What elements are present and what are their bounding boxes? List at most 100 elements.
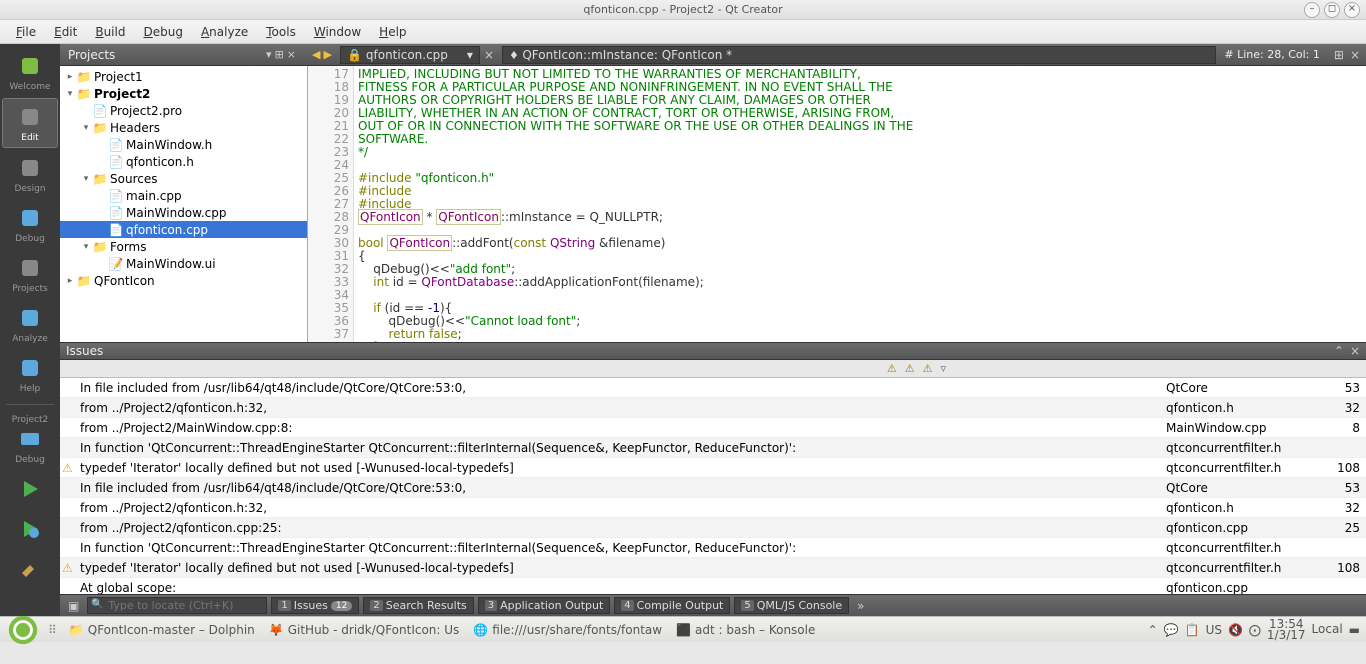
close-editor-icon[interactable]: × xyxy=(1350,48,1360,62)
build-button[interactable] xyxy=(2,551,58,589)
taskbar-task[interactable]: 🌐file:///usr/share/fonts/fontaw xyxy=(469,621,666,639)
window-title: qfonticon.cpp - Project2 - Qt Creator xyxy=(583,3,782,16)
menu-window[interactable]: Window xyxy=(306,23,369,41)
expand-tray-icon[interactable]: ⌃ xyxy=(1148,623,1158,637)
tree-item[interactable]: ▾📁Forms xyxy=(60,238,307,255)
mode-debug[interactable]: Debug xyxy=(2,200,58,248)
issue-row[interactable]: typedef 'Iterator' locally defined but n… xyxy=(60,558,1366,578)
output-tab-qml/js-console[interactable]: 5QML/JS Console xyxy=(734,597,849,614)
timezone-label: Local xyxy=(1312,624,1343,635)
minimize-button[interactable]: – xyxy=(1304,2,1320,18)
issue-row[interactable]: from ../Project2/MainWindow.cpp:8:MainWi… xyxy=(60,418,1366,438)
close-button[interactable]: × xyxy=(1344,2,1360,18)
chat-tray-icon[interactable]: 💬 xyxy=(1164,623,1179,637)
issues-toolbar: ⚠ ⚠ ⚠ ▿ xyxy=(60,360,1366,378)
tree-item[interactable]: 📄qfonticon.cpp xyxy=(60,221,307,238)
more-icon[interactable]: » xyxy=(857,599,864,613)
mode-edit[interactable]: Edit xyxy=(2,98,58,148)
show-desktop-icon[interactable]: ▬ xyxy=(1349,623,1360,637)
tree-item[interactable]: 📄main.cpp xyxy=(60,187,307,204)
editor-toolbar: Projects ▾⊞× ◀▶ 🔒qfonticon.cpp▾ × ♦ QFon… xyxy=(60,44,1366,66)
lock-icon: 🔒 xyxy=(347,48,362,62)
menu-analyze[interactable]: Analyze xyxy=(193,23,256,41)
output-tab-search-results[interactable]: 2Search Results xyxy=(363,597,473,614)
issue-row[interactable]: In function 'QtConcurrent::ThreadEngineS… xyxy=(60,438,1366,458)
mode-projects[interactable]: Projects xyxy=(2,250,58,298)
fwd-icon[interactable]: ▶ xyxy=(323,48,331,61)
tree-item[interactable]: ▾📁Project2 xyxy=(60,85,307,102)
tree-item[interactable]: 📄qfonticon.h xyxy=(60,153,307,170)
issue-row[interactable]: from ../Project2/qfonticon.h:32,qfontico… xyxy=(60,398,1366,418)
clipboard-tray-icon[interactable]: 📋 xyxy=(1185,623,1200,637)
issue-row[interactable]: In function 'QtConcurrent::ThreadEngineS… xyxy=(60,538,1366,558)
taskbar-task[interactable]: 📁QFontIcon-master – Dolphin xyxy=(65,621,259,639)
issues-title: Issues xyxy=(66,344,103,358)
projects-tree[interactable]: ▸📁Project1▾📁Project2📄Project2.pro▾📁Heade… xyxy=(60,66,308,342)
issue-row[interactable]: At global scope:qfonticon.cpp xyxy=(60,578,1366,594)
close-issues-icon[interactable]: × xyxy=(1350,344,1360,358)
mode-help[interactable]: Help xyxy=(2,350,58,398)
taskbar-task[interactable]: 🦊GitHub - dridk/QFontIcon: Us xyxy=(265,621,464,639)
menu-tools[interactable]: Tools xyxy=(258,23,304,41)
volume-icon[interactable]: 🔇 xyxy=(1228,623,1243,637)
locator-input[interactable] xyxy=(87,597,267,614)
code-editor[interactable]: 1718192021222324252627282930313233343536… xyxy=(308,66,1366,342)
collapse-icon[interactable]: ⌃ xyxy=(1334,344,1344,358)
kit-selector[interactable]: Project2Debug xyxy=(2,411,58,469)
issue-row[interactable]: from ../Project2/qfonticon.cpp:25:qfonti… xyxy=(60,518,1366,538)
close-pane-icon[interactable]: × xyxy=(287,48,296,62)
mode-design[interactable]: Design xyxy=(2,150,58,198)
mode-sidebar: WelcomeEditDesignDebugProjectsAnalyzeHel… xyxy=(0,44,60,616)
warn-filter-icon[interactable]: ⚠ xyxy=(905,362,915,375)
funnel-icon[interactable]: ▿ xyxy=(940,362,946,375)
output-tab-application-output[interactable]: 3Application Output xyxy=(478,597,611,614)
keyboard-layout[interactable]: US xyxy=(1206,623,1222,637)
line-col-indicator[interactable]: # Line: 28, Col: 1 xyxy=(1216,48,1328,61)
pane-title: Projects xyxy=(68,48,115,62)
tree-item[interactable]: ▾📁Sources xyxy=(60,170,307,187)
system-taskbar: ⠿ 📁QFontIcon-master – Dolphin 🦊GitHub - d… xyxy=(0,616,1366,642)
tree-item[interactable]: 📄MainWindow.cpp xyxy=(60,204,307,221)
output-tab-issues[interactable]: 1Issues12 xyxy=(271,597,359,614)
maximize-button[interactable]: ◻ xyxy=(1324,2,1340,18)
tree-item[interactable]: 📄MainWindow.h xyxy=(60,136,307,153)
debug-button[interactable] xyxy=(2,511,58,549)
issues-header: Issues ⌃ × xyxy=(60,342,1366,360)
run-button[interactable] xyxy=(2,471,58,509)
clock[interactable]: 13:541/3/17 xyxy=(1267,619,1306,641)
issue-row[interactable]: from ../Project2/qfonticon.h:32,qfontico… xyxy=(60,498,1366,518)
tree-item[interactable]: 📝MainWindow.ui xyxy=(60,255,307,272)
issue-row[interactable]: In file included from /usr/lib64/qt48/in… xyxy=(60,478,1366,498)
separator-icon: ⠿ xyxy=(48,623,57,637)
issues-list[interactable]: In file included from /usr/lib64/qt48/in… xyxy=(60,378,1366,594)
menu-help[interactable]: Help xyxy=(371,23,414,41)
menu-build[interactable]: Build xyxy=(87,23,133,41)
warn-filter-icon[interactable]: ⚠ xyxy=(923,362,933,375)
menu-edit[interactable]: Edit xyxy=(46,23,85,41)
tree-item[interactable]: ▸📁QFontIcon xyxy=(60,272,307,289)
split-icon[interactable]: ⊞ xyxy=(275,48,284,62)
mode-welcome[interactable]: Welcome xyxy=(2,48,58,96)
output-toggle-icon[interactable]: ▣ xyxy=(64,599,83,613)
tree-item[interactable]: ▾📁Headers xyxy=(60,119,307,136)
network-icon[interactable]: ⨀ xyxy=(1249,623,1261,637)
menubar: FileEditBuildDebugAnalyzeToolsWindowHelp xyxy=(0,20,1366,44)
mode-analyze[interactable]: Analyze xyxy=(2,300,58,348)
document-selector[interactable]: 🔒qfonticon.cpp▾ xyxy=(340,46,480,64)
warn-filter-icon[interactable]: ⚠ xyxy=(887,362,897,375)
bottom-bar: ▣ 1Issues122Search Results 3Application O… xyxy=(60,594,1366,616)
output-tab-compile-output[interactable]: 4Compile Output xyxy=(614,597,730,614)
close-doc-icon[interactable]: × xyxy=(480,48,498,62)
back-icon[interactable]: ◀ xyxy=(312,48,320,61)
tree-item[interactable]: 📄Project2.pro xyxy=(60,102,307,119)
split-editor-icon[interactable]: ⊞ xyxy=(1334,48,1344,62)
issue-row[interactable]: typedef 'Iterator' locally defined but n… xyxy=(60,458,1366,478)
start-button[interactable] xyxy=(6,620,40,640)
issue-row[interactable]: In file included from /usr/lib64/qt48/in… xyxy=(60,378,1366,398)
menu-debug[interactable]: Debug xyxy=(135,23,190,41)
menu-file[interactable]: File xyxy=(8,23,44,41)
tree-item[interactable]: ▸📁Project1 xyxy=(60,68,307,85)
filter-icon[interactable]: ▾ xyxy=(266,48,272,62)
taskbar-task[interactable]: ⬛adt : bash – Konsole xyxy=(672,621,819,639)
symbol-selector[interactable]: ♦ QFontIcon::mInstance: QFontIcon * xyxy=(502,46,1216,64)
